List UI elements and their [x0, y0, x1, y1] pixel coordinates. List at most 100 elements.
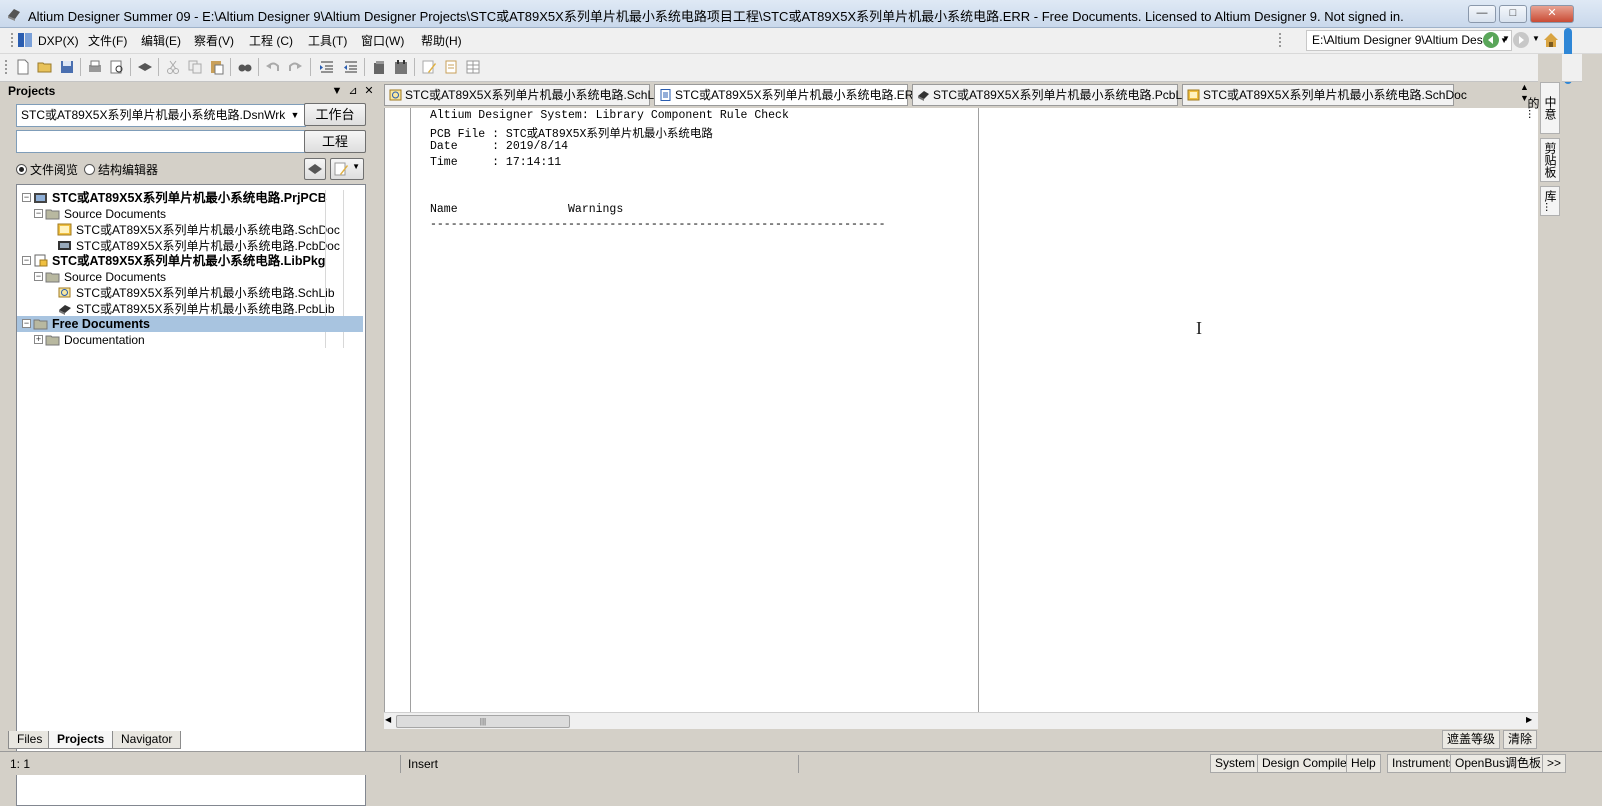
forward-icon[interactable]	[1512, 31, 1530, 49]
report-icon[interactable]	[442, 58, 460, 76]
back-icon[interactable]	[1482, 31, 1500, 49]
tab-files[interactable]: Files	[8, 731, 52, 749]
toolbar-separator	[130, 58, 131, 76]
minimize-button[interactable]: —	[1468, 5, 1496, 23]
scroll-left-icon[interactable]: ◀	[385, 715, 391, 724]
collapse-icon[interactable]: −	[22, 193, 31, 202]
report-line: Time : 17:14:11	[430, 156, 562, 169]
workspace-button[interactable]: 工作台	[304, 103, 366, 126]
status-more-button[interactable]: >>	[1542, 754, 1567, 773]
tab-projects[interactable]: Projects	[48, 731, 114, 749]
horizontal-scrollbar[interactable]: ◀ ||| ▶	[384, 712, 1538, 729]
table-icon[interactable]	[464, 58, 482, 76]
panel-menu-icon[interactable]: ▼	[330, 84, 344, 98]
new-document-icon[interactable]	[14, 58, 32, 76]
text-editor[interactable]: Altium Designer System: Library Componen…	[384, 108, 1538, 712]
doc-tab-pcblib[interactable]: STC或AT89X5X系列单片机最小系统电路.PcbLib	[912, 84, 1192, 106]
tree-item-folder[interactable]: − Source Documents	[17, 206, 363, 222]
tree-item-label: STC或AT89X5X系列单片机最小系统电路.SchDoc	[76, 223, 340, 237]
title-bar: Altium Designer Summer 09 - E:\Altium De…	[0, 0, 1602, 28]
path-value: E:\Altium Designer 9\Altium Des	[1312, 33, 1483, 47]
clear-button[interactable]: 清除	[1503, 730, 1538, 749]
tree-item-folder[interactable]: + Documentation	[17, 332, 363, 348]
indent-icon[interactable]	[318, 58, 336, 76]
tab-navigator[interactable]: Navigator	[112, 731, 182, 749]
radio-file-view[interactable]: 文件阅览	[16, 161, 78, 178]
status-openbus-button[interactable]: OpenBus调色板	[1450, 754, 1547, 773]
menu-dxp[interactable]: DXP(X)	[36, 32, 81, 50]
toolbar	[0, 54, 1582, 82]
side-tab-clipboard[interactable]: 剪贴板	[1540, 138, 1560, 182]
workspace-select[interactable]: STC或AT89X5X系列单片机最小系统电路.DsnWrk ▼	[16, 104, 306, 127]
edit-mode: Insert	[408, 757, 439, 771]
project-tree[interactable]: − STC或AT89X5X系列单片机最小系统电路.PrjPCB − Source…	[16, 184, 366, 806]
tree-item-project[interactable]: − STC或AT89X5X系列单片机最小系统电路.LibPkg	[17, 253, 363, 269]
tree-item-folder[interactable]: − Source Documents	[17, 269, 363, 285]
menu-edit[interactable]: 编辑(E)	[139, 32, 183, 50]
schematic-library-icon	[389, 89, 402, 101]
collapse-icon[interactable]: −	[22, 319, 31, 328]
home-icon[interactable]	[1542, 30, 1560, 50]
redo-icon[interactable]	[286, 58, 304, 76]
mask-level-button[interactable]: 遮盖等级	[1442, 730, 1501, 749]
tree-item-document[interactable]: STC或AT89X5X系列单片机最小系统电路.SchLib	[17, 285, 363, 301]
project-button[interactable]: 工程	[304, 130, 366, 153]
menu-help[interactable]: 帮助(H)	[419, 32, 464, 50]
find-icon[interactable]	[236, 58, 254, 76]
tree-item-document[interactable]: STC或AT89X5X系列单片机最小系统电路.PcbLib	[17, 301, 363, 317]
save-icon[interactable]	[58, 58, 76, 76]
tree-item-document[interactable]: STC或AT89X5X系列单片机最小系统电路.PcbDoc	[17, 238, 363, 254]
undo-icon[interactable]	[264, 58, 282, 76]
tree-item-free-documents[interactable]: − Free Documents	[17, 316, 363, 332]
project-options-button[interactable]: ▼	[330, 158, 364, 180]
print-preview-icon[interactable]	[108, 58, 126, 76]
doc-tab-schlib[interactable]: STC或AT89X5X系列单片机最小系统电路.SchLib	[384, 84, 664, 106]
menu-window[interactable]: 窗口(W)	[359, 32, 406, 50]
doc-tab-err[interactable]: STC或AT89X5X系列单片机最小系统电路.ERR	[654, 84, 922, 106]
collapse-icon[interactable]: −	[34, 272, 43, 281]
document-stack-icon[interactable]	[370, 58, 388, 76]
doc-tab-schdoc[interactable]: STC或AT89X5X系列单片机最小系统电路.SchDoc	[1182, 84, 1467, 106]
menu-file[interactable]: 文件(F)	[86, 32, 129, 50]
pin-icon[interactable]: ⊿	[346, 84, 360, 98]
layers-icon[interactable]	[136, 58, 154, 76]
pcb-library-icon	[59, 305, 71, 315]
side-tab-favorites[interactable]: 中意的...	[1526, 82, 1560, 134]
menu-view[interactable]: 察看(V)	[192, 32, 236, 50]
status-instruments-button[interactable]: Instruments	[1387, 754, 1460, 773]
compile-button[interactable]	[304, 158, 326, 180]
calendar-icon[interactable]	[392, 58, 410, 76]
maximize-button[interactable]: □	[1499, 5, 1527, 23]
chevron-down-icon[interactable]: ▼	[1502, 34, 1510, 43]
close-button[interactable]: ✕	[1530, 5, 1574, 23]
schematic-doc-icon	[1187, 89, 1200, 101]
project-input[interactable]	[16, 130, 306, 153]
open-folder-icon[interactable]	[36, 58, 54, 76]
scroll-right-icon[interactable]: ▶	[1526, 715, 1532, 724]
cut-icon[interactable]	[164, 58, 182, 76]
menu-project[interactable]: 工程 (C)	[247, 32, 295, 50]
chevron-down-icon[interactable]: ▼	[1532, 34, 1540, 43]
status-design-compiler-button[interactable]: Design Compiler	[1257, 754, 1356, 773]
expand-icon[interactable]: +	[34, 335, 43, 344]
status-system-button[interactable]: System	[1210, 754, 1261, 773]
copy-icon[interactable]	[186, 58, 204, 76]
status-bar: 1: 1 Insert System Design Compiler Help …	[0, 751, 1602, 775]
tree-item-project[interactable]: − STC或AT89X5X系列单片机最小系统电路.PrjPCB	[17, 190, 363, 206]
paste-icon[interactable]	[208, 58, 226, 76]
outdent-icon[interactable]	[342, 58, 360, 76]
tree-item-document[interactable]: STC或AT89X5X系列单片机最小系统电路.SchDoc	[17, 222, 363, 238]
radio-structure-editor[interactable]: 结构编辑器	[84, 161, 158, 178]
report-line: Date : 2019/8/14	[430, 140, 569, 153]
scroll-thumb[interactable]: |||	[396, 715, 570, 728]
close-panel-icon[interactable]: ✕	[362, 84, 376, 98]
collapse-icon[interactable]: −	[22, 256, 31, 265]
menu-tools[interactable]: 工具(T)	[306, 32, 349, 50]
collapse-icon[interactable]: −	[34, 209, 43, 218]
edit-document-icon[interactable]	[420, 58, 438, 76]
pcb-doc-icon	[58, 241, 71, 250]
window-title: Altium Designer Summer 09 - E:\Altium De…	[28, 9, 1404, 24]
side-tab-library[interactable]: 库...	[1540, 186, 1560, 216]
status-help-button[interactable]: Help	[1346, 754, 1381, 773]
print-icon[interactable]	[86, 58, 104, 76]
